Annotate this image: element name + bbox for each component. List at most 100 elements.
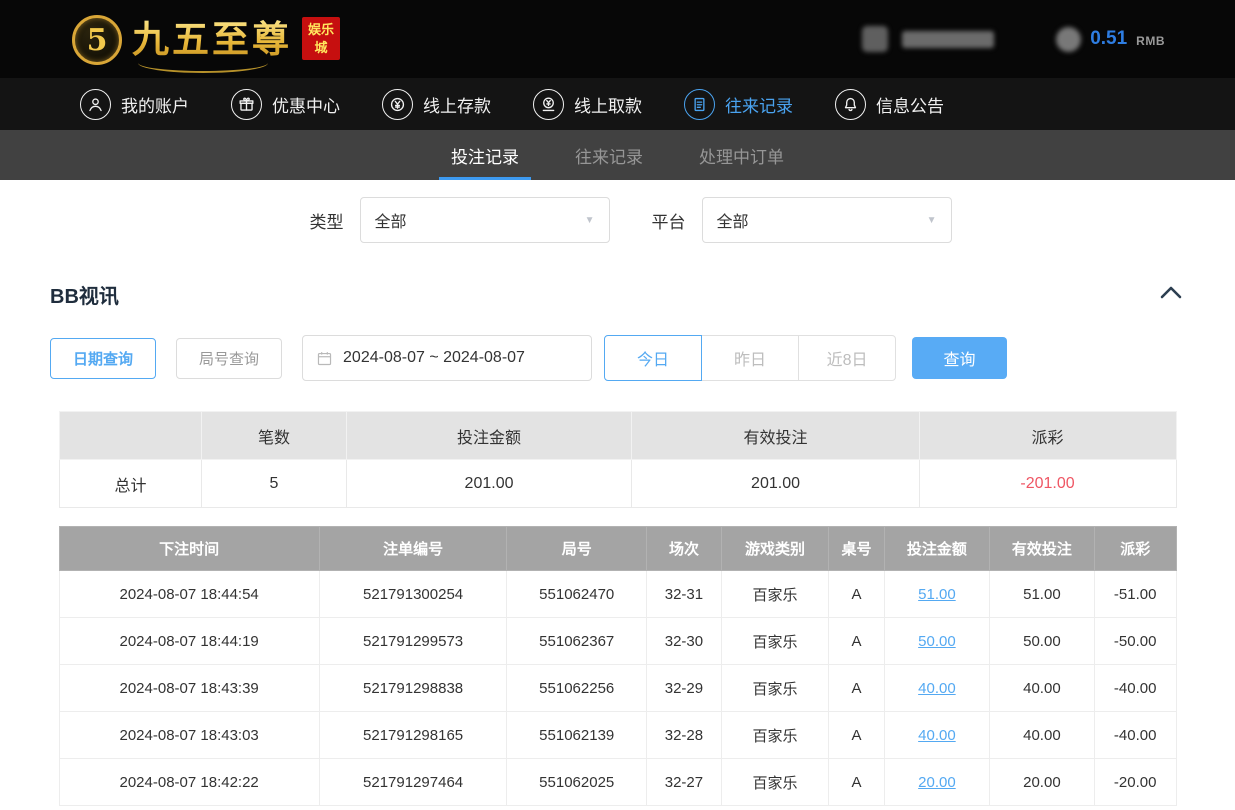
tab-label: 处理中订单 xyxy=(699,143,784,168)
search-button[interactable]: 查询 xyxy=(912,337,1007,379)
cell-payout: -40.00 xyxy=(1094,712,1176,759)
cell-bet-id: 521791300254 xyxy=(319,571,507,618)
type-select[interactable]: 全部 ▼ xyxy=(360,197,610,243)
nav-item-announcements[interactable]: 信息公告 xyxy=(835,89,944,120)
nav-item-label: 往来记录 xyxy=(725,92,793,117)
date-query-label: 日期查询 xyxy=(73,348,133,369)
table-row: 2024-08-07 18:44:54 521791300254 5510624… xyxy=(59,571,1176,618)
summary-table: 笔数 投注金额 有效投注 派彩 总计 5 201.00 201.00 -201.… xyxy=(59,411,1177,508)
balance: 0.51 RMB xyxy=(1056,27,1165,52)
last8days-label: 近8日 xyxy=(827,346,868,370)
bet-amount-link[interactable]: 50.00 xyxy=(918,633,956,650)
platform-select[interactable]: 全部 ▼ xyxy=(702,197,952,243)
username-blurred xyxy=(902,31,994,48)
header-valid-bet: 有效投注 xyxy=(989,527,1094,571)
cell-round-no: 551062367 xyxy=(507,618,647,665)
date-range-value: 2024-08-07 ~ 2024-08-07 xyxy=(343,349,525,367)
logo-badge-line2: 城 xyxy=(308,39,334,57)
cell-bet-id: 521791298165 xyxy=(319,712,507,759)
last8days-button[interactable]: 近8日 xyxy=(798,335,896,381)
user-avatar xyxy=(862,26,888,52)
table-row: 2024-08-07 18:42:22 521791297464 5510620… xyxy=(59,759,1176,806)
yesterday-button[interactable]: 昨日 xyxy=(701,335,799,381)
yesterday-label: 昨日 xyxy=(734,346,766,370)
logo-badge: 娱乐 城 xyxy=(302,17,340,60)
nav-item-label: 线上取款 xyxy=(574,92,642,117)
cell-bet-time: 2024-08-07 18:43:39 xyxy=(59,665,319,712)
round-query-button[interactable]: 局号查询 xyxy=(176,338,282,379)
cell-game-type: 百家乐 xyxy=(721,665,828,712)
date-query-button[interactable]: 日期查询 xyxy=(50,338,156,379)
tab-processing-orders[interactable]: 处理中订单 xyxy=(695,130,788,180)
bell-icon xyxy=(835,89,866,120)
summary-header-payout: 派彩 xyxy=(919,412,1176,460)
cell-payout: -50.00 xyxy=(1094,618,1176,665)
platform-filter-label: 平台 xyxy=(652,208,686,233)
type-filter-label: 类型 xyxy=(310,208,344,233)
tab-label: 投注记录 xyxy=(451,143,519,168)
summary-header-row: 笔数 投注金额 有效投注 派彩 xyxy=(59,412,1176,460)
cell-session: 32-27 xyxy=(647,759,722,806)
query-toolbar: 日期查询 局号查询 2024-08-07 ~ 2024-08-07 今日 昨日 … xyxy=(0,335,1235,381)
header-payout: 派彩 xyxy=(1094,527,1176,571)
filter-bar: 类型 全部 ▼ 平台 全部 ▼ xyxy=(0,180,1235,258)
gift-icon xyxy=(231,89,262,120)
nav-item-my-account[interactable]: 我的账户 xyxy=(80,89,189,120)
bets-header-row: 下注时间 注单编号 局号 场次 游戏类别 桌号 投注金额 有效投注 派彩 xyxy=(59,527,1176,571)
nav-item-label: 信息公告 xyxy=(876,92,944,117)
header-bet-time: 下注时间 xyxy=(59,527,319,571)
chevron-down-icon: ▼ xyxy=(927,215,937,226)
balance-amount: 0.51 xyxy=(1090,28,1127,50)
date-range-input[interactable]: 2024-08-07 ~ 2024-08-07 xyxy=(302,335,592,381)
summary-header-bet-amount: 投注金额 xyxy=(346,412,632,460)
bet-amount-link[interactable]: 40.00 xyxy=(918,727,956,744)
collapse-chevron-up-icon[interactable] xyxy=(1159,284,1183,305)
platform-select-value: 全部 xyxy=(717,208,749,232)
header-bet-id: 注单编号 xyxy=(319,527,507,571)
cell-valid-bet: 20.00 xyxy=(989,759,1094,806)
section-header: BB视讯 xyxy=(0,268,1235,309)
bet-amount-link[interactable]: 51.00 xyxy=(918,586,956,603)
nav-item-withdraw[interactable]: 线上取款 xyxy=(533,89,642,120)
logo-title: 九五至尊 xyxy=(132,13,292,65)
cell-session: 32-30 xyxy=(647,618,722,665)
cell-session: 32-29 xyxy=(647,665,722,712)
sub-tabs: 投注记录 往来记录 处理中订单 xyxy=(0,130,1235,180)
tab-label: 往来记录 xyxy=(575,143,643,168)
cell-table-no: A xyxy=(829,571,885,618)
cell-valid-bet: 40.00 xyxy=(989,665,1094,712)
balance-currency: RMB xyxy=(1136,34,1165,48)
summary-count: 5 xyxy=(202,460,346,508)
summary-header-empty xyxy=(59,412,202,460)
tab-transaction-records[interactable]: 往来记录 xyxy=(571,130,647,180)
cell-session: 32-28 xyxy=(647,712,722,759)
cell-game-type: 百家乐 xyxy=(721,618,828,665)
cell-round-no: 551062025 xyxy=(507,759,647,806)
cell-bet-time: 2024-08-07 18:43:03 xyxy=(59,712,319,759)
main-nav: 我的账户 优惠中心 线上存款 线上取款 往来记录 信息公告 xyxy=(0,78,1235,130)
cell-bet-amount: 51.00 xyxy=(884,571,989,618)
nav-item-promotions[interactable]: 优惠中心 xyxy=(231,89,340,120)
summary-header-count: 笔数 xyxy=(202,412,346,460)
calendar-icon xyxy=(316,350,333,367)
cell-bet-amount: 40.00 xyxy=(884,712,989,759)
tab-bet-records[interactable]: 投注记录 xyxy=(447,130,523,180)
bet-amount-link[interactable]: 20.00 xyxy=(918,774,956,791)
cell-round-no: 551062470 xyxy=(507,571,647,618)
bet-amount-link[interactable]: 40.00 xyxy=(918,680,956,697)
user-icon xyxy=(80,89,111,120)
today-button[interactable]: 今日 xyxy=(604,335,702,381)
account-area: 0.51 RMB xyxy=(862,26,1165,52)
header-round-no: 局号 xyxy=(507,527,647,571)
cell-valid-bet: 51.00 xyxy=(989,571,1094,618)
cell-round-no: 551062256 xyxy=(507,665,647,712)
cell-bet-amount: 50.00 xyxy=(884,618,989,665)
summary-header-valid-bet: 有效投注 xyxy=(632,412,919,460)
cell-game-type: 百家乐 xyxy=(721,712,828,759)
cell-valid-bet: 40.00 xyxy=(989,712,1094,759)
nav-item-records[interactable]: 往来记录 xyxy=(684,89,793,120)
withdraw-coin-icon xyxy=(533,89,564,120)
summary-valid-bet: 201.00 xyxy=(632,460,919,508)
nav-item-deposit[interactable]: 线上存款 xyxy=(382,89,491,120)
logo-flourish xyxy=(138,61,268,73)
